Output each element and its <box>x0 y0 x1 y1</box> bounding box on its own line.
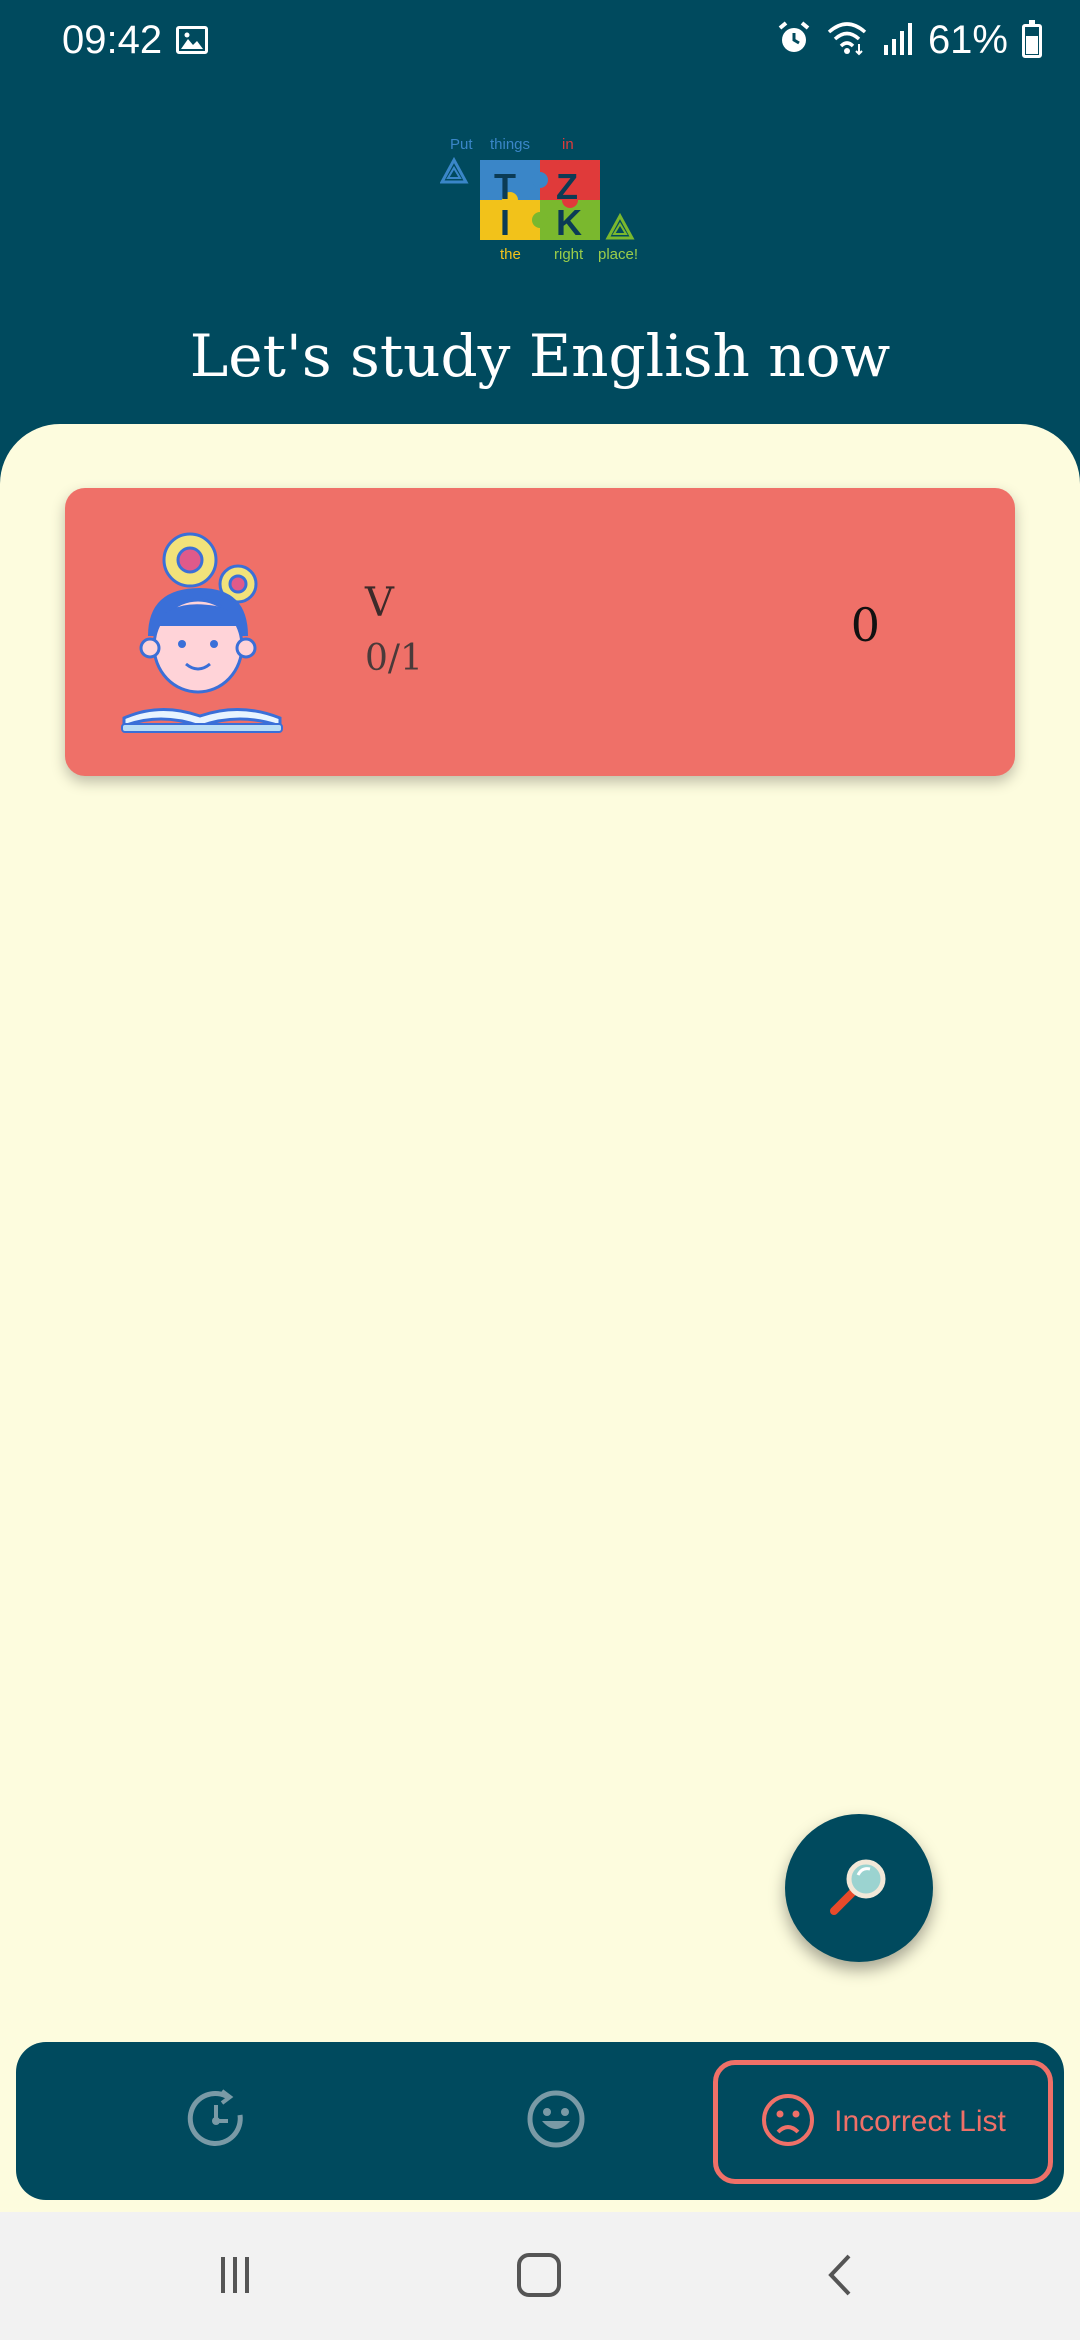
system-navigation-bar <box>0 2212 1080 2340</box>
alarm-icon <box>776 20 812 61</box>
sad-face-icon <box>760 2092 816 2153</box>
page-title: Let's study English now <box>189 322 891 390</box>
logo-word-place: place! <box>598 246 639 263</box>
battery-icon <box>1022 19 1042 58</box>
signal-icon <box>882 21 914 60</box>
recents-icon <box>215 2255 255 2300</box>
logo-word-the: the <box>500 246 521 263</box>
back-icon <box>821 2252 861 2303</box>
nav-happy-button[interactable] <box>456 2042 656 2200</box>
logo-letter-k: K <box>556 202 582 243</box>
battery-text: 61% <box>927 18 1008 62</box>
logo-letter-i: I <box>500 202 511 243</box>
recents-button[interactable] <box>200 2242 270 2312</box>
content-panel: V 0/1 0 <box>0 424 1080 2214</box>
nav-incorrect-list-button[interactable]: Incorrect List <box>713 2060 1053 2184</box>
logo-word-right: right <box>554 246 584 263</box>
study-card[interactable]: V 0/1 0 <box>65 488 1015 776</box>
search-fab-button[interactable] <box>785 1814 933 1962</box>
student-reading-icon <box>120 526 300 736</box>
back-button[interactable] <box>806 2242 876 2312</box>
bottom-navigation: Incorrect List <box>16 2042 1064 2200</box>
nav-history-button[interactable] <box>116 2042 316 2200</box>
image-icon <box>176 26 208 54</box>
magnifier-icon <box>826 1853 892 1924</box>
app-logo: Put things in T Z I K the right place! <box>440 128 650 270</box>
home-button[interactable] <box>504 2242 574 2312</box>
card-title: V <box>365 580 394 626</box>
history-icon <box>182 2085 250 2158</box>
card-progress: 0/1 <box>365 638 423 679</box>
wifi-icon <box>826 20 868 61</box>
card-score: 0 <box>850 598 880 652</box>
happy-face-icon <box>526 2089 586 2154</box>
nav-incorrect-list-label: Incorrect List <box>834 2105 1006 2138</box>
home-icon <box>516 2252 562 2303</box>
status-time: 09:42 <box>62 18 163 62</box>
status-right: 61% <box>776 18 1042 63</box>
status-bar: 09:42 61% <box>0 0 1080 86</box>
